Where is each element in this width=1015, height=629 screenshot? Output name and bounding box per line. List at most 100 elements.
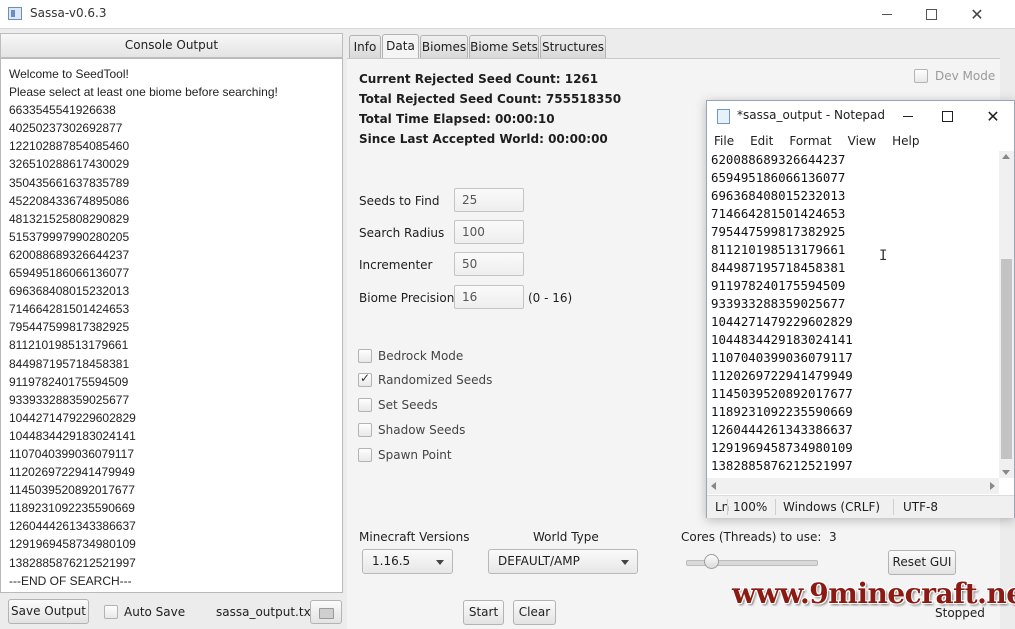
notepad-line: 1291969458734980109 <box>711 440 853 455</box>
menu-view[interactable]: View <box>841 131 885 151</box>
folder-icon <box>318 608 334 619</box>
tab-biomes[interactable]: Biomes <box>420 35 468 58</box>
tab-info[interactable]: Info <box>349 35 381 58</box>
set-seeds-checkbox[interactable] <box>358 398 372 412</box>
notepad-line: 1382885876212521997 <box>711 458 853 473</box>
world-type-select[interactable]: DEFAULT/AMP <box>488 549 638 574</box>
cores-label: Cores (Threads) to use: 3 <box>681 530 837 544</box>
close-icon: ✕ <box>970 4 984 24</box>
notepad-minimize-button[interactable] <box>890 101 926 131</box>
notepad-line: 714664281501424653 <box>711 206 846 221</box>
menu-format[interactable]: Format <box>782 131 840 151</box>
spawn-point-label: Spawn Point <box>378 448 452 462</box>
notepad-maximize-button[interactable] <box>929 101 965 131</box>
set-seeds-option[interactable]: Set Seeds <box>358 398 438 412</box>
search-radius-label: Search Radius <box>359 226 445 240</box>
maximize-icon <box>941 110 953 122</box>
scroll-down-icon[interactable] <box>1002 470 1010 475</box>
notepad-line: 933933288359025677 <box>711 296 846 311</box>
cores-slider-thumb[interactable] <box>704 554 719 569</box>
save-output-button[interactable]: Save Output <box>8 599 89 624</box>
chevron-down-icon <box>621 560 629 565</box>
console-output-area[interactable]: Welcome to SeedTool! Please select at lea… <box>0 58 343 593</box>
notepad-horizontal-scrollbar[interactable] <box>707 478 999 494</box>
start-button[interactable]: Start <box>463 600 504 625</box>
console-line: 350435661637835789 <box>9 175 130 190</box>
incrementer-input[interactable]: 50 <box>454 252 524 276</box>
maximize-icon <box>925 8 937 20</box>
app-icon <box>8 7 22 20</box>
notepad-scroll-thumb[interactable] <box>1001 259 1012 459</box>
minimize-icon <box>903 115 913 117</box>
console-output-header: Console Output <box>0 33 343 58</box>
search-radius-input[interactable]: 100 <box>454 220 524 244</box>
randomized-seeds-checkbox[interactable]: ✓ <box>358 371 372 387</box>
console-line: 911978240175594509 <box>9 374 129 389</box>
menu-edit[interactable]: Edit <box>743 131 782 151</box>
console-line: 1291969458734980109 <box>9 537 136 552</box>
output-filename: sassa_output.txt <box>216 605 316 619</box>
minecraft-version-select[interactable]: 1.16.5 <box>362 549 453 574</box>
title-bar: Sassa-v0.6.3 ✕ <box>0 0 1015 29</box>
scroll-up-icon[interactable] <box>1002 154 1010 159</box>
notepad-line: 911978240175594509 <box>711 278 846 293</box>
scroll-right-icon[interactable] <box>990 482 995 490</box>
stat-label: Since Last Accepted World: <box>359 132 544 146</box>
tab-structures[interactable]: Structures <box>540 35 606 58</box>
checkmark-icon: ✓ <box>360 371 371 385</box>
notepad-line: 1120269722941479949 <box>711 368 853 383</box>
console-line: 1044271479229602829 <box>9 410 136 425</box>
notepad-line: 1260444261343386637 <box>711 422 853 437</box>
console-line: 1107040399036079117 <box>9 446 135 461</box>
notepad-line: 844987195718458381 <box>711 260 846 275</box>
scroll-left-icon[interactable] <box>711 482 716 490</box>
notepad-line: 620088689326644237 <box>711 152 846 167</box>
console-line: 122102887854085460 <box>9 139 130 154</box>
close-button[interactable]: ✕ <box>954 0 1000 28</box>
console-line: 1189231092235590669 <box>9 501 135 516</box>
bedrock-mode-label: Bedrock Mode <box>378 349 464 363</box>
console-line: 696368408015232013 <box>9 284 130 299</box>
minimize-button[interactable] <box>864 0 910 28</box>
minecraft-versions-label: Minecraft Versions <box>359 530 470 544</box>
tab-data[interactable]: Data <box>382 34 419 58</box>
console-line: 1044834429183024141 <box>9 428 136 443</box>
bedrock-mode-checkbox[interactable] <box>358 349 372 363</box>
seeds-to-find-input[interactable]: 25 <box>454 188 524 212</box>
biome-precision-input[interactable]: 16 <box>454 285 524 309</box>
notepad-line: 811210198513179661 <box>711 242 846 257</box>
console-line: 620088689326644237 <box>9 247 130 262</box>
dev-mode-checkbox[interactable] <box>914 69 928 83</box>
menu-help[interactable]: Help <box>885 131 928 151</box>
console-line: 1120269722941479949 <box>9 465 135 480</box>
notepad-close-button[interactable]: ✕ <box>975 101 1011 131</box>
shadow-seeds-label: Shadow Seeds <box>378 423 466 437</box>
spawn-point-checkbox[interactable] <box>358 448 372 462</box>
console-line: 811210198513179661 <box>9 338 129 353</box>
browse-folder-button[interactable] <box>310 600 342 624</box>
maximize-button[interactable] <box>908 0 954 28</box>
stat-value: 755518350 <box>545 92 622 106</box>
line-ending: Windows (CRLF) <box>783 500 881 514</box>
seeds-to-find-label: Seeds to Find <box>359 194 440 208</box>
console-line: ---END OF SEARCH--- <box>9 573 132 588</box>
reset-gui-button[interactable]: Reset GUI <box>888 550 956 575</box>
auto-save-checkbox[interactable] <box>104 605 118 619</box>
console-line: 714664281501424653 <box>9 302 130 317</box>
console-line: 1382885876212521997 <box>9 555 136 570</box>
menu-file[interactable]: File <box>707 131 743 151</box>
bedrock-mode-option[interactable]: Bedrock Mode <box>358 349 463 363</box>
close-icon: ✕ <box>986 106 1000 126</box>
console-line: 933933288359025677 <box>9 392 130 407</box>
shadow-seeds-option[interactable]: Shadow Seeds <box>358 423 465 437</box>
tab-biome-sets[interactable]: Biome Sets <box>469 35 539 58</box>
biome-precision-range: (0 - 16) <box>528 291 573 305</box>
spawn-point-option[interactable]: Spawn Point <box>358 448 452 462</box>
notepad-line: 696368408015232013 <box>711 188 846 203</box>
shadow-seeds-checkbox[interactable] <box>358 423 372 437</box>
randomized-seeds-option[interactable]: ✓ Randomized Seeds <box>358 371 492 387</box>
clear-button[interactable]: Clear <box>513 600 556 625</box>
stat-value: 00:00:00 <box>548 132 608 146</box>
notepad-text-area[interactable]: 620088689326644237 659495186066136077 6963… <box>707 151 999 478</box>
window-title: Sassa-v0.6.3 <box>30 6 107 20</box>
